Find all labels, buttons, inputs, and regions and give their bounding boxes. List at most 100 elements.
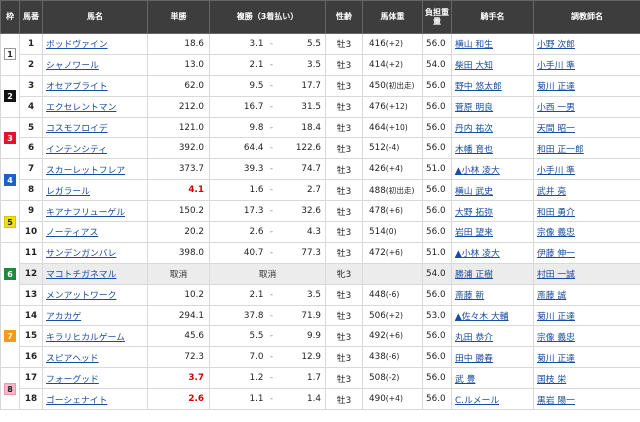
trainer-cell: 国枝 栄 bbox=[533, 367, 640, 390]
horse-name-link[interactable]: アカカゲ bbox=[46, 312, 81, 322]
horse-name-link[interactable]: シャノワール bbox=[46, 61, 99, 71]
horse-name-link[interactable]: ノーティアス bbox=[46, 228, 98, 238]
horse-name-link[interactable]: スピアヘッド bbox=[46, 354, 99, 364]
horse-name-cell: ノーティアス bbox=[42, 221, 148, 243]
horse-name-link[interactable]: キラリヒカルゲーム bbox=[46, 333, 125, 343]
trainer-link[interactable]: 天間 昭一 bbox=[537, 124, 575, 134]
horse-name-link[interactable]: メンアットワーク bbox=[46, 291, 116, 301]
carried-weight: 56.0 bbox=[422, 388, 452, 411]
jockey-link[interactable]: 田中 勝春 bbox=[455, 354, 493, 364]
trainer-cell: 伊藤 伸一 bbox=[533, 241, 640, 264]
horse-name-link[interactable]: インテンシティ bbox=[46, 145, 107, 155]
waku-badge: 6 bbox=[4, 267, 16, 280]
jockey-link[interactable]: 勝浦 正樹 bbox=[455, 270, 493, 280]
horse-number: 10 bbox=[19, 221, 43, 243]
jockey-link[interactable]: 丹内 祐次 bbox=[455, 124, 493, 134]
trainer-link[interactable]: 小手川 準 bbox=[537, 166, 575, 176]
trainer-link[interactable]: 菊川 正達 bbox=[537, 354, 575, 364]
jockey-link[interactable]: ▲小林 凌大 bbox=[455, 249, 500, 259]
trainer-link[interactable]: 村田 一誠 bbox=[537, 270, 575, 280]
place-odds-min: 7.0 bbox=[209, 346, 266, 369]
jockey-link[interactable]: ▲小林 凌大 bbox=[455, 166, 500, 176]
place-odds-min: 40.7 bbox=[209, 241, 266, 264]
win-odds: 20.2 bbox=[147, 221, 210, 243]
horse-name-link[interactable]: コスモフロイデ bbox=[46, 124, 108, 134]
win-odds: 2.6 bbox=[147, 388, 210, 411]
place-odds-max: 4.3 bbox=[277, 221, 326, 243]
trainer-link[interactable]: 伊藤 伸一 bbox=[537, 249, 575, 259]
body-weight: 426 bbox=[369, 164, 386, 175]
trainer-link[interactable]: 菊川 正達 bbox=[537, 82, 575, 92]
horse-name-link[interactable]: ボッドヴァイン bbox=[46, 40, 108, 50]
jockey-link[interactable]: 横山 和生 bbox=[455, 40, 493, 50]
table-row: 1 1 ボッドヴァイン 18.6 3.1-5.5 牡3 416(+2) 56.0 横山 和生 小野… bbox=[0, 33, 640, 76]
body-weight: 514 bbox=[369, 226, 386, 237]
horse-name-cell: キラリヒカルゲーム bbox=[42, 325, 148, 348]
header-horse: 馬名 bbox=[42, 0, 148, 34]
horse-name-link[interactable]: オセアブライト bbox=[46, 82, 108, 92]
trainer-link[interactable]: 黒岩 陽一 bbox=[537, 396, 575, 406]
jockey-link[interactable]: 菅原 明良 bbox=[455, 103, 493, 113]
horse-number: 18 bbox=[19, 388, 43, 411]
jockey-link[interactable]: 岩田 望来 bbox=[455, 228, 493, 238]
jockey-link[interactable]: 横山 武史 bbox=[455, 187, 493, 197]
horse-name-link[interactable]: スカーレットフレア bbox=[46, 166, 125, 176]
table-row: 6 インテンシティ 392.0 64.4-122.6 牡3 512(-4) 56.0 木幡 育… bbox=[1, 137, 640, 160]
jockey-link[interactable]: 丸田 恭介 bbox=[455, 333, 493, 343]
body-weight: 476 bbox=[369, 101, 386, 112]
jockey-link[interactable]: 大野 拓弥 bbox=[455, 208, 493, 218]
trainer-link[interactable]: 菊川 正達 bbox=[537, 312, 575, 322]
horse-weight: 476(+12) bbox=[362, 95, 423, 118]
trainer-link[interactable]: 小手川 準 bbox=[537, 61, 575, 71]
win-odds: 3.7 bbox=[147, 367, 210, 390]
horse-name-cell: アカカゲ bbox=[42, 304, 148, 327]
place-odds-min: 9.8 bbox=[209, 116, 266, 139]
horse-name-cell: ボッドヴァイン bbox=[42, 33, 148, 55]
place-odds-max: 12.9 bbox=[277, 346, 326, 369]
jockey-link[interactable]: 武 豊 bbox=[455, 375, 475, 385]
horse-name-link[interactable]: フォーグッド bbox=[46, 375, 99, 385]
jockey-link[interactable]: ▲佐々木 大輔 bbox=[455, 312, 509, 322]
carried-weight: 53.0 bbox=[422, 304, 452, 327]
sex-age: 牡3 bbox=[325, 346, 363, 369]
trainer-link[interactable]: 宗像 義忠 bbox=[537, 333, 575, 343]
jockey-link[interactable]: C.ルメール bbox=[455, 396, 499, 406]
trainer-link[interactable]: 小西 一男 bbox=[537, 103, 575, 113]
place-odds-separator: - bbox=[265, 33, 278, 55]
jockey-link[interactable]: 木幡 育也 bbox=[455, 145, 493, 155]
weight-diff: (-6) bbox=[385, 289, 400, 299]
horse-name-link[interactable]: キアナフリューゲル bbox=[46, 208, 125, 218]
horse-name-link[interactable]: エクセレントマン bbox=[46, 103, 116, 113]
trainer-link[interactable]: 和田 正一郎 bbox=[537, 145, 584, 155]
carried-weight: 56.0 bbox=[422, 179, 452, 202]
trainer-link[interactable]: 国枝 栄 bbox=[537, 375, 566, 385]
table-row: 12 マコトチガネマル 取消 取消 牝3 54.0 勝浦 正樹 村田 一誠 bbox=[1, 262, 640, 285]
horse-weight: 426(+4) bbox=[362, 158, 423, 181]
horse-name-link[interactable]: サンデンガンバレ bbox=[46, 249, 116, 259]
place-odds-max: 31.5 bbox=[277, 95, 326, 118]
trainer-link[interactable]: 小野 次郎 bbox=[537, 40, 575, 50]
horse-name-link[interactable]: マコトチガネマル bbox=[46, 270, 116, 280]
trainer-cell: 小手川 準 bbox=[533, 158, 640, 181]
waku-badge: 7 bbox=[4, 330, 16, 343]
horse-name-cell: フォーグッド bbox=[42, 367, 148, 390]
jockey-link[interactable]: 柴田 大知 bbox=[455, 61, 493, 71]
horse-name-link[interactable]: ゴーシェナイト bbox=[46, 396, 107, 406]
trainer-link[interactable]: 和田 勇介 bbox=[537, 208, 575, 218]
horse-number: 16 bbox=[19, 346, 43, 369]
place-odds-separator: - bbox=[265, 74, 278, 97]
place-odds-max: 74.7 bbox=[277, 158, 326, 181]
jockey-link[interactable]: 野中 悠太郎 bbox=[455, 82, 502, 92]
horse-number: 11 bbox=[19, 241, 43, 264]
jockey-link[interactable]: 斎藤 新 bbox=[455, 291, 484, 301]
trainer-cell: 菊川 正達 bbox=[533, 74, 640, 97]
trainer-link[interactable]: 宗像 義忠 bbox=[537, 228, 575, 238]
trainer-cell: 和田 正一郎 bbox=[533, 137, 640, 160]
trainer-link[interactable]: 斎藤 誠 bbox=[537, 291, 566, 301]
trainer-link[interactable]: 武井 亮 bbox=[537, 187, 566, 197]
horse-name-link[interactable]: レガラール bbox=[46, 187, 90, 197]
place-odds-min: 17.3 bbox=[209, 200, 266, 223]
header-waku: 枠 bbox=[0, 0, 20, 34]
trainer-cell: 斎藤 誠 bbox=[533, 283, 640, 306]
sex-age: 牡3 bbox=[325, 241, 363, 264]
